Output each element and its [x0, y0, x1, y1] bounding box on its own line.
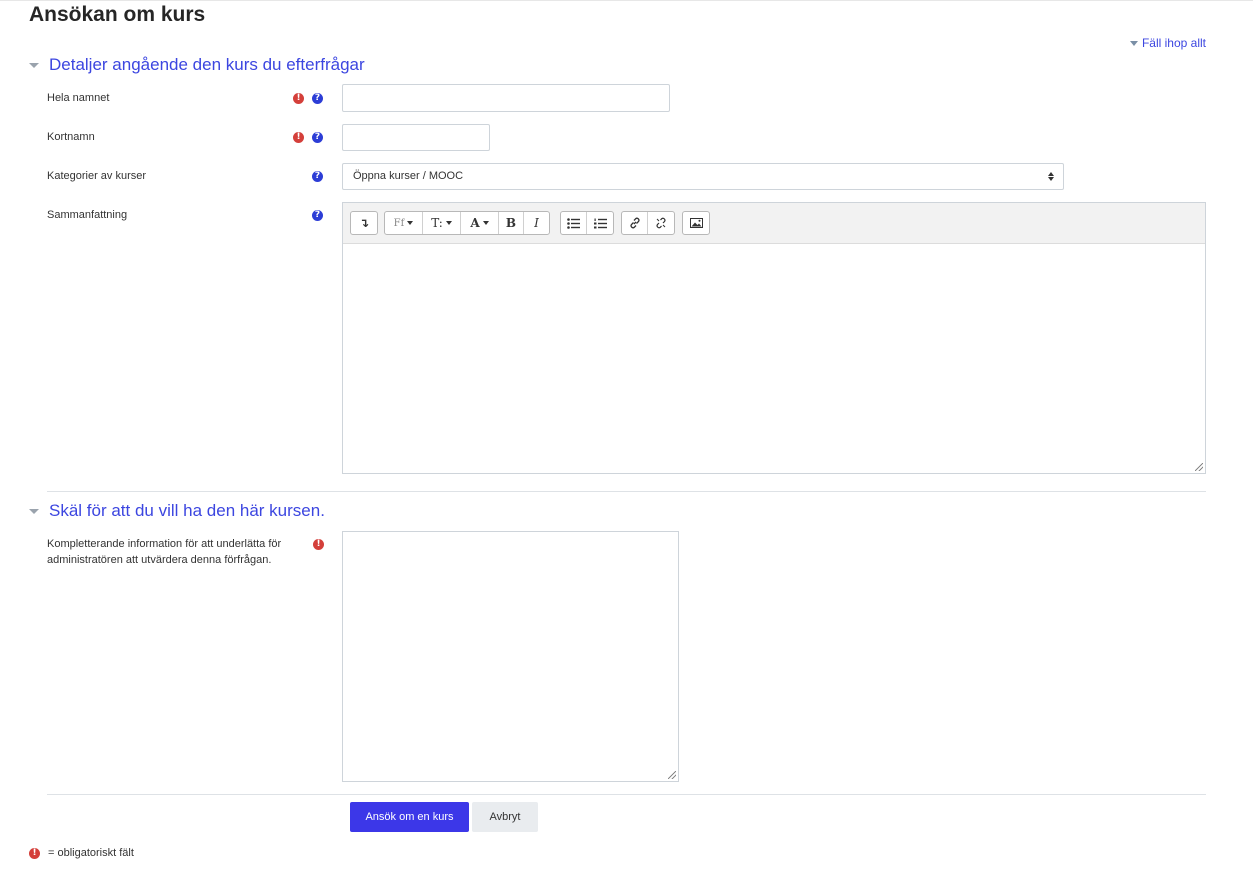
- resize-handle-icon[interactable]: [1195, 463, 1203, 471]
- bold-button[interactable]: B: [499, 212, 524, 234]
- category-selected-value: Öppna kurser / MOOC: [353, 170, 464, 182]
- show-more-button[interactable]: ↴: [351, 212, 377, 234]
- submit-request-button[interactable]: Ansök om en kurs: [350, 802, 469, 832]
- reason-label-line2: administratören att utvärdera denna förf…: [47, 554, 272, 566]
- course-request-page: Ansökan om kurs Fäll ihop allt Detaljer …: [0, 0, 1253, 881]
- required-legend: ! = obligatoriskt fält: [29, 847, 134, 859]
- numbered-list-icon: [593, 218, 607, 228]
- category-select[interactable]: Öppna kurser / MOOC: [342, 163, 1064, 190]
- toolbar-group-style: Ff T: A B I: [384, 211, 550, 235]
- caret-down-icon: [29, 62, 39, 68]
- page-title: Ansökan om kurs: [29, 3, 206, 26]
- section-title-reason: Skäl för att du vill ha den här kursen.: [49, 501, 325, 520]
- font-family-button[interactable]: Ff: [385, 212, 423, 234]
- font-size-button[interactable]: T:: [423, 212, 461, 234]
- italic-button[interactable]: I: [524, 212, 549, 234]
- font-family-label: Ff: [393, 217, 405, 229]
- help-icon[interactable]: ?: [312, 93, 323, 104]
- reason-textarea[interactable]: [342, 531, 679, 782]
- link-icon: [629, 217, 640, 229]
- font-color-label: A: [470, 216, 480, 230]
- section-header-details[interactable]: Detaljer angående den kurs du efterfråga…: [29, 55, 365, 75]
- toolbar-group-lists: [560, 211, 614, 235]
- category-label: Kategorier av kurser: [47, 170, 147, 182]
- font-color-button[interactable]: A: [461, 212, 499, 234]
- caret-down-icon: [1129, 40, 1138, 46]
- collapse-all-link[interactable]: Fäll ihop allt: [1129, 36, 1206, 50]
- font-size-label: T:: [431, 216, 443, 230]
- unlink-button[interactable]: [648, 212, 674, 234]
- unlink-icon: [656, 217, 666, 229]
- section-title-details: Detaljer angående den kurs du efterfråga…: [49, 55, 365, 74]
- required-legend-text: = obligatoriskt fält: [48, 847, 134, 859]
- help-icon[interactable]: ?: [312, 132, 323, 143]
- shortname-input[interactable]: [342, 124, 490, 151]
- required-icon: !: [293, 93, 304, 104]
- select-arrows-icon: [1048, 172, 1054, 181]
- required-icon: !: [313, 539, 324, 550]
- shortname-label: Kortnamn: [47, 131, 95, 143]
- toolbar-group-show-more: ↴: [350, 211, 378, 235]
- link-button[interactable]: [622, 212, 648, 234]
- section-header-reason[interactable]: Skäl för att du vill ha den här kursen.: [29, 501, 325, 521]
- resize-handle-icon[interactable]: [668, 771, 676, 779]
- form-divider: [47, 794, 1206, 795]
- summary-editor: ↴ Ff T: A B I: [342, 202, 1206, 474]
- caret-down-icon: [29, 508, 39, 514]
- bullet-list-icon: [567, 217, 580, 229]
- section-divider: [47, 491, 1206, 492]
- help-icon[interactable]: ?: [312, 210, 323, 221]
- toolbar-group-media: [682, 211, 710, 235]
- collapse-all-label: Fäll ihop allt: [1141, 36, 1206, 50]
- required-icon: !: [293, 132, 304, 143]
- editor-toolbar: ↴ Ff T: A B I: [343, 203, 1205, 244]
- reason-label: Kompletterande information för att under…: [47, 536, 281, 568]
- image-icon: [689, 218, 703, 228]
- fullname-label: Hela namnet: [47, 92, 110, 104]
- unordered-list-button[interactable]: [561, 212, 587, 234]
- top-border: [0, 0, 1253, 1]
- required-icon: !: [29, 847, 40, 859]
- ordered-list-button[interactable]: [587, 212, 613, 234]
- reason-label-line1: Kompletterande information för att under…: [47, 538, 282, 550]
- help-icon[interactable]: ?: [312, 171, 323, 182]
- toolbar-group-links: [621, 211, 675, 235]
- summary-label: Sammanfattning: [47, 209, 128, 221]
- fullname-input[interactable]: [342, 84, 670, 112]
- insert-image-button[interactable]: [683, 212, 709, 234]
- cancel-button[interactable]: Avbryt: [472, 802, 538, 832]
